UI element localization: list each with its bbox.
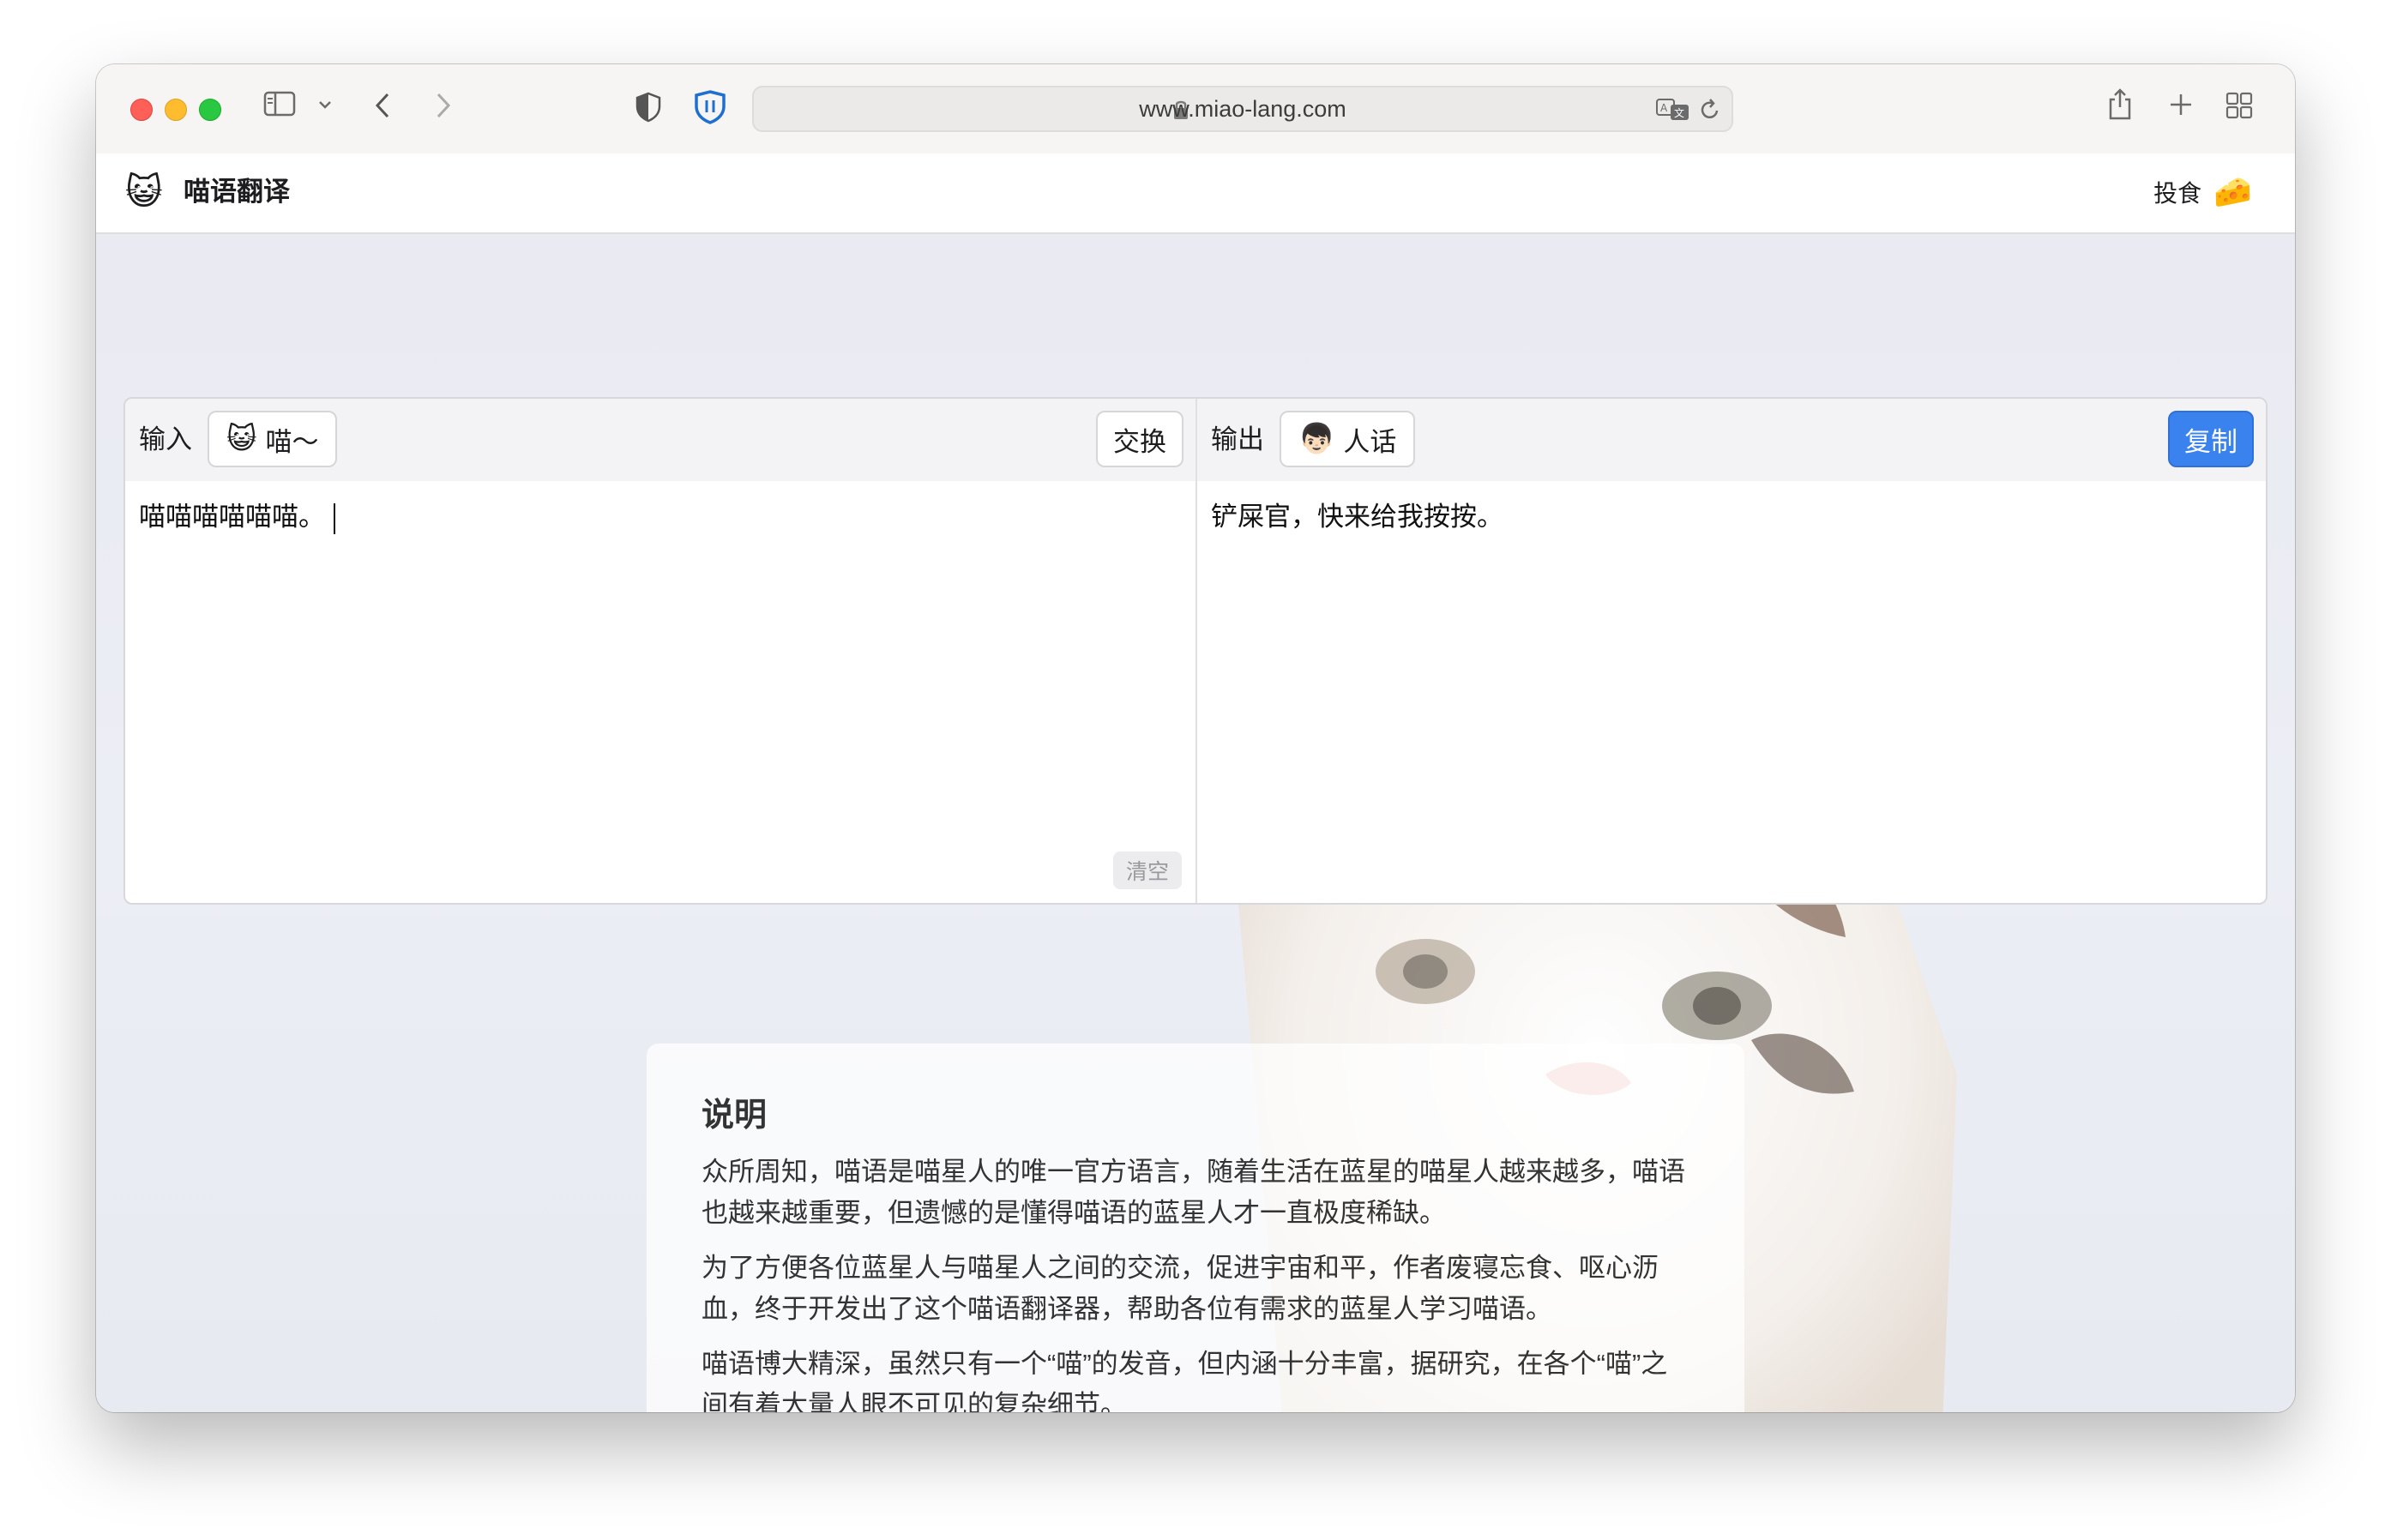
swap-button[interactable]: 交换 (1096, 411, 1183, 467)
cheese-icon: 🧀 (2213, 174, 2252, 209)
chevron-down-icon[interactable] (317, 99, 333, 111)
output-language-label: 人话 (1343, 426, 1397, 457)
input-language-button[interactable]: 😺 喵～ (208, 411, 338, 467)
feed-label: 投食 (2153, 180, 2202, 207)
bitwarden-icon[interactable] (694, 90, 726, 124)
share-icon[interactable] (2106, 87, 2134, 121)
new-tab-icon[interactable] (2168, 92, 2194, 117)
output-language-button[interactable]: 👦🏻 人话 (1280, 411, 1416, 467)
forward-icon[interactable] (433, 90, 454, 121)
description-paragraph: 众所周知，喵语是喵星人的唯一官方语言，随着生活在蓝星的喵星人越来越多，喵语也越来… (702, 1157, 1685, 1228)
cat-face-icon: 😺 (226, 423, 257, 455)
input-text: 喵喵喵喵喵喵。 (139, 502, 325, 532)
tab-overview-icon[interactable] (2225, 92, 2253, 119)
input-toolbar: 输入 😺 喵～ 交换 (125, 399, 1196, 481)
cat-logo-icon: 😺 (125, 171, 163, 212)
input-label: 输入 (139, 424, 192, 454)
feed-button[interactable]: 投食 🧀 (2153, 171, 2252, 214)
output-text: 铲屎官，快来给我按按。 (1211, 502, 1503, 532)
close-window-button[interactable] (130, 99, 153, 121)
sidebar-icon[interactable] (263, 90, 296, 117)
app-title[interactable]: 喵语翻译 (184, 171, 290, 214)
description-paragraph: 喵语博大精深，虽然只有一个“喵”的发音，但内涵十分丰富，据研究，在各个“喵”之间… (702, 1349, 1668, 1412)
app-header: 😺 喵语翻译 投食 🧀 (96, 153, 2295, 234)
url-text: www.miao-lang.com (1139, 96, 1346, 122)
shield-icon[interactable] (635, 92, 662, 123)
browser-window: www.miao-lang.com A文 😺 喵语翻译 投食 🧀 输入 😺 喵～… (96, 64, 2295, 1412)
translate-icon[interactable]: A文 (1656, 98, 1690, 126)
boy-face-icon: 👦🏻 (1298, 423, 1335, 455)
reload-icon[interactable] (1699, 98, 1721, 126)
back-icon[interactable] (372, 90, 393, 121)
svg-text:A: A (1660, 102, 1668, 114)
input-pane: 输入 😺 喵～ 交换 喵喵喵喵喵喵。 清空 (125, 399, 1197, 903)
copy-button[interactable]: 复制 (2168, 411, 2254, 467)
zoom-window-button[interactable] (199, 99, 221, 121)
address-bar[interactable]: www.miao-lang.com A文 (752, 86, 1733, 132)
text-caret (334, 502, 335, 534)
clear-button[interactable]: 清空 (1113, 851, 1182, 889)
output-pane: 输出 👦🏻 人话 复制 铲屎官，快来给我按按。 (1197, 399, 2266, 903)
input-textarea[interactable]: 喵喵喵喵喵喵。 (139, 498, 1182, 886)
description-paragraph: 为了方便各位蓝星人与喵星人之间的交流，促进宇宙和平，作者废寝忘食、呕心沥血，终于… (702, 1253, 1659, 1324)
output-label: 输出 (1211, 424, 1264, 454)
minimize-window-button[interactable] (165, 99, 187, 121)
description-title: 说明 (702, 1098, 768, 1134)
main-content: 输入 😺 喵～ 交换 喵喵喵喵喵喵。 清空 输出 👦🏻 人话 复制 铲屎官，快来… (96, 234, 2295, 1412)
output-toolbar: 输出 👦🏻 人话 复制 (1197, 399, 2266, 481)
description-card: 说明 众所周知，喵语是喵星人的唯一官方语言，随着生活在蓝星的喵星人越来越多，喵语… (647, 1044, 1744, 1412)
input-language-label: 喵～ (265, 426, 319, 457)
svg-text:文: 文 (1674, 106, 1684, 119)
browser-toolbar: www.miao-lang.com A文 (96, 64, 2295, 155)
translator-panel: 输入 😺 喵～ 交换 喵喵喵喵喵喵。 清空 输出 👦🏻 人话 复制 铲屎官，快来… (123, 397, 2268, 905)
